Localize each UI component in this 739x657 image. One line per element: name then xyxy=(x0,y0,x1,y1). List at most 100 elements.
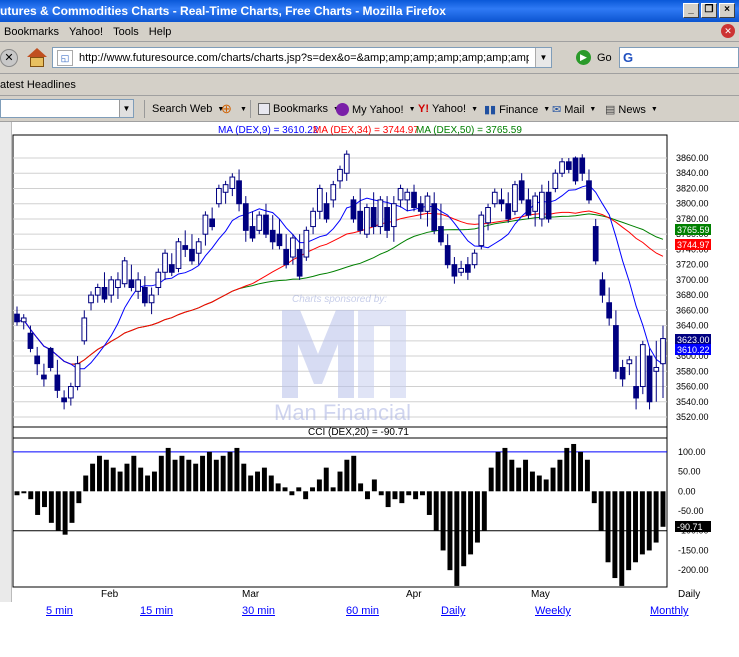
candle-body xyxy=(101,287,108,300)
candle-body xyxy=(323,203,330,220)
cci-badge-text: -90.71 xyxy=(677,522,703,532)
x-label-feb: Feb xyxy=(101,589,119,600)
cci-bar xyxy=(165,447,171,492)
candle-body xyxy=(613,325,619,372)
candle-body xyxy=(512,184,518,212)
news-icon: ▤ xyxy=(605,104,616,116)
link-30-min[interactable]: 30 min xyxy=(242,605,275,617)
bookmark-latest-headlines[interactable]: atest Headlines xyxy=(0,79,76,91)
toolbar-separator xyxy=(144,100,145,118)
cci-bar xyxy=(351,455,357,492)
link-60-min[interactable]: 60 min xyxy=(346,605,379,617)
cci-bar xyxy=(275,483,281,492)
crosshair-icon[interactable]: ⊕ ▼ xyxy=(221,102,247,115)
finance-button[interactable]: ▮▮ Finance ▼ xyxy=(484,103,550,117)
bookmarks-label: Bookmarks xyxy=(273,103,329,115)
cci-bar xyxy=(268,475,274,492)
stop-icon[interactable]: ✕ xyxy=(0,48,18,67)
cci-bar xyxy=(282,487,288,492)
x-label-apr: Apr xyxy=(406,589,422,600)
y-tick-label: 3820.00 xyxy=(676,183,709,193)
search-input[interactable]: G xyxy=(619,47,739,68)
menu-bookmarks[interactable]: Bookmarks xyxy=(0,26,65,38)
candle-body xyxy=(464,264,471,273)
ma9-badge-text: 3610.22 xyxy=(677,345,710,355)
cci-bar xyxy=(488,467,494,492)
address-bar[interactable]: ◱ http://www.futuresource.com/charts/cha… xyxy=(52,47,552,68)
cci-bar xyxy=(158,455,164,492)
y-tick-label: 3840.00 xyxy=(676,168,709,178)
link-daily[interactable]: Daily xyxy=(441,605,465,617)
menu-help[interactable]: Help xyxy=(145,26,178,38)
url-dropdown-icon[interactable]: ▼ xyxy=(535,48,551,67)
candle-body xyxy=(195,241,202,254)
candle-body xyxy=(148,294,155,304)
cci-bar xyxy=(509,459,515,492)
candle-body xyxy=(653,366,660,372)
browser-window: utures & Commodities Charts - Real-Time … xyxy=(0,0,739,657)
cci-bar xyxy=(426,491,432,515)
candle-body xyxy=(263,214,269,235)
cci-bar xyxy=(371,479,377,492)
link-monthly[interactable]: Monthly xyxy=(650,605,689,617)
cci-bar xyxy=(633,491,638,563)
cci-bar xyxy=(646,491,652,551)
search-web-button[interactable]: Search Web ▼ xyxy=(152,103,224,115)
news-button[interactable]: ▤ News ▼ xyxy=(605,103,658,117)
link-weekly[interactable]: Weekly xyxy=(535,605,571,617)
candle-body xyxy=(269,229,276,243)
my-yahoo-button[interactable]: My Yahoo! ▼ xyxy=(336,103,416,116)
candle-body xyxy=(579,157,586,174)
yahoo-button[interactable]: Y! Yahoo! ▼ xyxy=(418,103,478,115)
candle-body xyxy=(249,226,256,239)
cci-bar xyxy=(117,471,123,492)
link-15-min[interactable]: 15 min xyxy=(140,605,173,617)
title-bar: utures & Commodities Charts - Real-Time … xyxy=(0,0,739,22)
candle-body xyxy=(431,203,438,231)
cci-bar xyxy=(48,491,54,523)
cci-bar xyxy=(543,479,549,492)
yahoo-search-dropdown-icon[interactable]: ▼ xyxy=(119,100,133,117)
close-tab-icon[interactable]: ✕ xyxy=(721,24,735,38)
page-favicon: ◱ xyxy=(57,49,73,66)
x-label-may: May xyxy=(531,589,550,600)
candle-body xyxy=(216,187,222,205)
home-icon[interactable] xyxy=(26,47,48,69)
cci-bar xyxy=(529,471,535,492)
candle-body xyxy=(20,317,27,323)
cci-bar xyxy=(433,491,439,531)
y-tick-label: 3660.00 xyxy=(676,305,709,315)
cci-bar xyxy=(193,463,199,492)
minimize-button[interactable]: _ xyxy=(683,3,699,18)
link-5-min[interactable]: 5 min xyxy=(46,605,73,617)
go-icon[interactable]: ▶ xyxy=(576,50,591,65)
yahoo-search-input[interactable]: ▼ xyxy=(0,99,134,118)
cci-bar xyxy=(83,475,89,492)
candle-body xyxy=(424,195,431,212)
ma50-badge-text: 3765.59 xyxy=(677,225,710,235)
ma50-label: MA (DEX,50) = 3765.59 xyxy=(416,125,522,136)
menu-yahoo[interactable]: Yahoo! xyxy=(65,26,109,38)
cci-axis: 100.0050.000.00-50.00-100.00-150.00-200.… xyxy=(678,447,709,575)
cci-bar xyxy=(392,491,398,500)
candle-body xyxy=(141,287,148,304)
cci-tick-label: 100.00 xyxy=(678,447,706,457)
candle-body xyxy=(384,207,390,231)
close-button[interactable]: × xyxy=(719,3,735,18)
x-label-mar: Mar xyxy=(242,589,260,600)
candle-body xyxy=(599,279,606,296)
restore-button[interactable]: ❐ xyxy=(701,3,717,18)
candle-body xyxy=(417,203,424,212)
menu-tools[interactable]: Tools xyxy=(109,26,145,38)
candle-body xyxy=(283,248,290,266)
candle-body xyxy=(310,210,316,228)
candle-body xyxy=(350,199,357,220)
url-text[interactable]: http://www.futuresource.com/charts/chart… xyxy=(79,52,529,64)
mail-button[interactable]: ✉ Mail ▼ xyxy=(552,103,596,117)
cci-bar xyxy=(413,491,419,500)
cci-bar xyxy=(344,459,350,492)
bookmarks-button[interactable]: Bookmarks▼ xyxy=(258,103,340,115)
go-button[interactable]: Go xyxy=(597,52,612,64)
cci-bar xyxy=(96,455,102,492)
candle-body xyxy=(552,172,559,189)
